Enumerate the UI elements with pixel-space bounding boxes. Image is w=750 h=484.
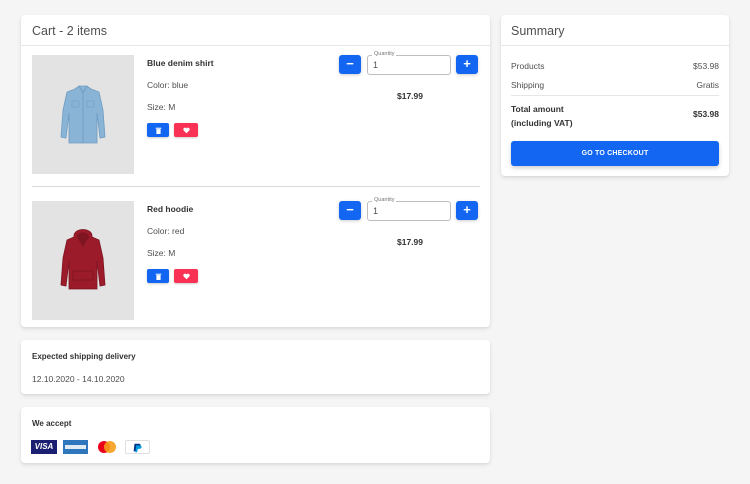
cart-item: Blue denim shirt Color: blue Size: M − Q… (32, 51, 480, 174)
shipping-title: Expected shipping delivery (32, 352, 136, 361)
summary-products-row: Products $53.98 (511, 61, 719, 71)
payment-methods-title: We accept (32, 419, 72, 428)
total-amount-label: Total amount (including VAT) (511, 102, 573, 130)
trash-icon (155, 273, 161, 280)
item-color: Color: blue (147, 80, 189, 90)
add-to-wishlist-button[interactable] (174, 123, 198, 137)
shipping-value: Gratis (696, 80, 719, 90)
payment-methods-card: We accept VISA (21, 407, 490, 463)
item-price: $17.99 (397, 91, 423, 101)
increase-quantity-button[interactable]: + (456, 201, 478, 220)
shipping-dates: 12.10.2020 - 14.10.2020 (32, 374, 125, 384)
add-to-wishlist-button[interactable] (174, 269, 198, 283)
summary-card: Summary Products $53.98 Shipping Gratis … (501, 15, 729, 176)
total-label-line1: Total amount (511, 104, 564, 114)
cart-card: Cart - 2 items Blue denim shirt Color: b… (21, 15, 490, 327)
quantity-label: Quantity (372, 51, 397, 57)
cart-item: Red hoodie Color: red Size: M − Quantity… (32, 197, 480, 320)
item-size: Size: M (147, 248, 176, 258)
decrease-quantity-button[interactable]: − (339, 201, 361, 220)
remove-item-button[interactable] (147, 123, 169, 137)
quantity-value: 1 (373, 60, 379, 70)
summary-shipping-row: Shipping Gratis (511, 80, 719, 90)
remove-item-button[interactable] (147, 269, 169, 283)
increase-quantity-button[interactable]: + (456, 55, 478, 74)
quantity-label: Quantity (372, 197, 397, 203)
decrease-quantity-button[interactable]: − (339, 55, 361, 74)
item-size: Size: M (147, 102, 176, 112)
cart-title: Cart - 2 items (21, 15, 490, 46)
quantity-input[interactable]: Quantity 1 (367, 51, 451, 75)
amex-icon (63, 440, 88, 454)
total-label-line2: (including VAT) (511, 118, 573, 128)
red-hoodie-icon (32, 201, 134, 320)
go-to-checkout-button[interactable]: GO TO CHECKOUT (511, 141, 719, 166)
shipping-card: Expected shipping delivery 12.10.2020 - … (21, 340, 490, 394)
quantity-value: 1 (373, 206, 379, 216)
item-name: Red hoodie (147, 204, 194, 214)
shipping-label: Shipping (511, 80, 545, 90)
mastercard-icon (94, 440, 120, 454)
summary-title: Summary (501, 15, 729, 46)
quantity-input[interactable]: Quantity 1 (367, 197, 451, 221)
item-color: Color: red (147, 226, 185, 236)
visa-icon: VISA (31, 440, 57, 454)
paypal-icon (125, 440, 150, 454)
trash-icon (155, 127, 161, 134)
summary-divider (511, 95, 719, 96)
item-divider (32, 186, 480, 187)
heart-icon (182, 273, 190, 279)
products-value: $53.98 (693, 61, 719, 71)
item-price: $17.99 (397, 237, 423, 247)
item-name: Blue denim shirt (147, 58, 214, 68)
total-amount-value: $53.98 (693, 109, 719, 119)
heart-icon (182, 127, 190, 133)
products-label: Products (511, 61, 545, 71)
denim-shirt-icon (32, 55, 134, 174)
